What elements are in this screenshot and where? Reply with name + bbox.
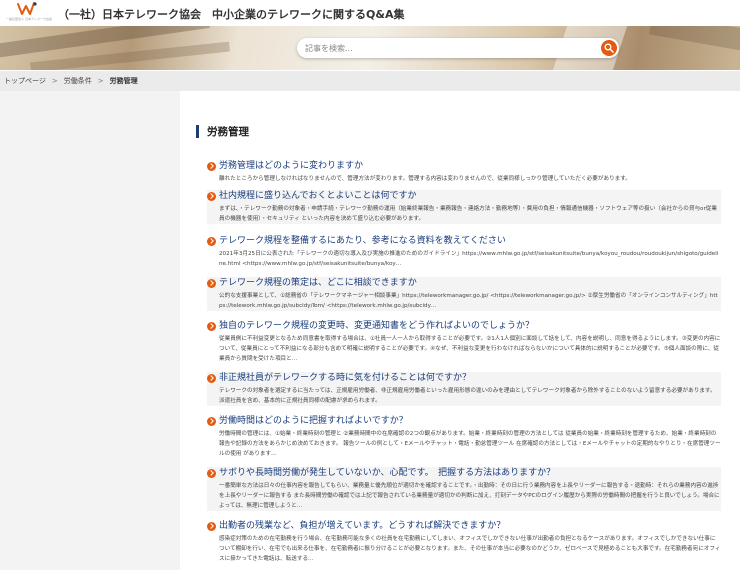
faq-question[interactable]: 独自のテレワーク規程の変更時、変更通知書をどう作ればよいのでしょうか？ [219, 320, 534, 333]
chevron-right-icon: > [51, 77, 58, 85]
faq-question[interactable]: 労働時間はどのように把握すればよいですか？ [219, 415, 408, 428]
logo-text: 一般社団法人 日本テレワーク協会 [6, 17, 52, 21]
breadcrumb-current: 労務管理 [109, 77, 138, 85]
site-logo[interactable]: 一般社団法人 日本テレワーク協会 [6, 1, 52, 25]
arrow-circle-icon [207, 322, 216, 331]
arrow-circle-icon [207, 374, 216, 383]
faq-item[interactable]: テレワーク規程を整備するにあたり、参考になる資料を教えてください 2021年3月… [207, 235, 721, 269]
heading-accent-bar [196, 125, 199, 138]
arrow-circle-icon [207, 162, 216, 171]
arrow-circle-icon [207, 192, 216, 201]
search-icon [604, 43, 614, 53]
search-box [297, 38, 619, 58]
faq-answer: 公的な支援事業として、①総務省の「テレワークマネージャー相談事業」https:/… [219, 293, 718, 309]
faq-question[interactable]: 非正規社員がテレワークする時に気を付けることは何ですか？ [219, 372, 471, 385]
faq-answer: 感染症対策のための在宅勤務を行う場合、在宅勤務可能な多くの社員を在宅勤務にしてし… [219, 536, 721, 562]
faq-answer: 離れたところから管理しなければなりませんので、管理方法が変わります。管理する内容… [219, 176, 631, 182]
faq-question[interactable]: サボりや長時間労働が発生していないか、心配です。 把握する方法はありますか？ [219, 467, 555, 480]
breadcrumb: トップページ > 労働条件 > 労務管理 [0, 71, 740, 91]
arrow-circle-icon [207, 237, 216, 246]
breadcrumb-working-conditions[interactable]: 労働条件 [64, 76, 92, 86]
site-title[interactable]: （一社）日本テレワーク協会 中小企業のテレワークに関するQ&A集 [58, 6, 404, 22]
faq-answer: まずは、・テレワーク勤務の対象者・申請手続・テレワーク勤務の運用（始業終業報告・… [219, 206, 717, 222]
faq-question[interactable]: 出勤者の残業など、負担が増えています。どうすれば解決できますか？ [219, 520, 505, 533]
breadcrumb-home[interactable]: トップページ [4, 76, 46, 86]
left-sidebar [0, 91, 180, 570]
site-header: 一般社団法人 日本テレワーク協会 （一社）日本テレワーク協会 中小企業のテレワー… [0, 0, 740, 26]
faq-item[interactable]: 社内規程に盛り込んでおくとよいことは何ですか まずは、・テレワーク勤務の対象者・… [207, 190, 721, 224]
faq-item[interactable]: サボりや長時間労働が発生していないか、心配です。 把握する方法はありますか？ 一… [207, 467, 721, 511]
faq-answer: テレワークの対象者を選定するに当たっては、正規雇用労働者、非正規雇用労働者といっ… [219, 388, 716, 404]
faq-answer: 一番簡単な方法は日々の仕事内容を報告してもらい、業務量と優先順位が適切かを確認す… [219, 483, 720, 509]
arrow-circle-icon [207, 279, 216, 288]
page-title: 労務管理 [207, 126, 249, 138]
faq-answer: 従業員側に不利益変更となるため同意書を取得する場合は、①社員一人一人から取得する… [219, 336, 721, 362]
chevron-right-icon: > [97, 77, 104, 85]
arrow-circle-icon [207, 469, 216, 478]
faq-item[interactable]: 労務管理はどのように変わりますか 離れたところから管理しなければなりませんので、… [207, 160, 721, 184]
arrow-circle-icon [207, 417, 216, 426]
faq-question[interactable]: 労務管理はどのように変わりますか [219, 160, 363, 173]
faq-item[interactable]: 出勤者の残業など、負担が増えています。どうすれば解決できますか？ 感染症対策のた… [207, 520, 721, 564]
faq-question[interactable]: テレワーク規程を整備するにあたり、参考になる資料を教えてください [219, 235, 506, 248]
faq-answer: 2021年3月25日に公表された「テレワークの適切な導入及び実施の推進のためのガ… [219, 251, 719, 267]
arrow-circle-icon [207, 522, 216, 531]
faq-question[interactable]: テレワーク規程の策定は、どこに相談できますか [219, 277, 417, 290]
page-heading: 労務管理 [196, 124, 249, 139]
faq-item[interactable]: 非正規社員がテレワークする時に気を付けることは何ですか？ テレワークの対象者を選… [207, 372, 721, 406]
search-input[interactable] [305, 41, 585, 55]
faq-item[interactable]: 独自のテレワーク規程の変更時、変更通知書をどう作ればよいのでしょうか？ 従業員側… [207, 320, 721, 364]
search-button[interactable] [601, 40, 617, 56]
faq-item[interactable]: テレワーク規程の策定は、どこに相談できますか 公的な支援事業として、①総務省の「… [207, 277, 721, 311]
faq-question[interactable]: 社内規程に盛り込んでおくとよいことは何ですか [219, 190, 417, 203]
logo-icon [17, 2, 37, 15]
faq-answer: 労働時間の管理には、①始業・終業時刻の管理と ②業務時間中の在席確認の2つの観点… [219, 431, 721, 457]
faq-item[interactable]: 労働時間はどのように把握すればよいですか？ 労働時間の管理には、①始業・終業時刻… [207, 415, 721, 459]
